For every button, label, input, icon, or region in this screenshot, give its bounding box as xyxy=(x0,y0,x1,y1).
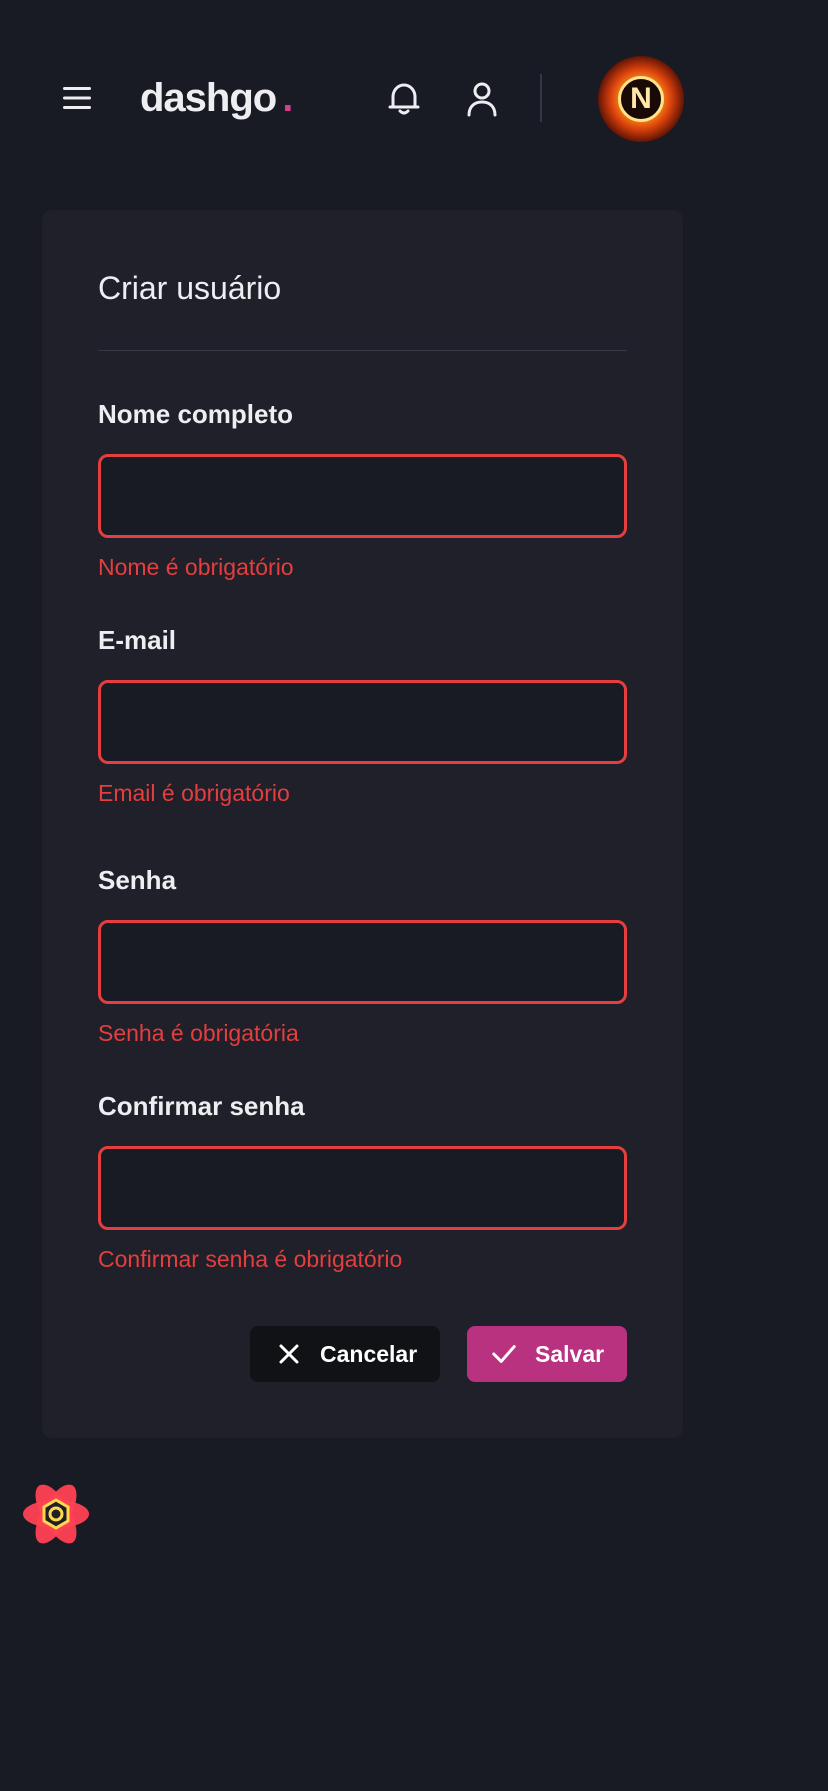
full-name-field: Nome completo Nome é obrigatório xyxy=(98,398,627,582)
full-name-label: Nome completo xyxy=(98,399,294,429)
check-icon xyxy=(491,1341,517,1367)
logo-dot: . xyxy=(282,76,293,120)
app-logo[interactable]: dashgo. xyxy=(140,74,293,122)
notifications-button[interactable] xyxy=(384,78,424,120)
email-field: E-mail Email é obrigatório xyxy=(98,624,627,808)
email-label: E-mail xyxy=(98,625,177,655)
cancel-label: Cancelar xyxy=(320,1340,418,1367)
user-icon xyxy=(467,82,497,117)
bell-icon xyxy=(388,83,420,115)
avatar[interactable]: N xyxy=(598,56,684,142)
email-input[interactable] xyxy=(98,680,627,764)
password-field: Senha Senha é obrigatória xyxy=(98,864,627,1048)
create-user-card: Criar usuário Nome completo Nome é obrig… xyxy=(42,210,683,1438)
react-logo-icon xyxy=(23,1484,89,1544)
profile-button[interactable] xyxy=(462,78,502,120)
close-icon xyxy=(276,1341,302,1367)
password-label: Senha xyxy=(98,865,177,895)
menu-button[interactable] xyxy=(58,78,96,118)
header-divider xyxy=(540,74,542,122)
full-name-input[interactable] xyxy=(98,454,627,538)
password-input[interactable] xyxy=(98,920,627,1004)
devtools-toggle[interactable] xyxy=(20,1478,92,1550)
avatar-letter: N xyxy=(618,76,664,122)
app-header: dashgo. N xyxy=(0,0,725,196)
confirm-password-error: Confirmar senha é obrigatório xyxy=(98,1246,403,1272)
confirm-password-label: Confirmar senha xyxy=(98,1091,305,1121)
logo-text: dashgo xyxy=(140,76,277,120)
email-error: Email é obrigatório xyxy=(98,780,290,806)
save-button[interactable]: Salvar xyxy=(467,1326,627,1382)
confirm-password-field: Confirmar senha Confirmar senha é obriga… xyxy=(98,1090,627,1274)
password-error: Senha é obrigatória xyxy=(98,1020,299,1046)
title-divider xyxy=(98,350,627,351)
page-title: Criar usuário xyxy=(98,270,282,306)
save-label: Salvar xyxy=(535,1340,605,1367)
confirm-password-input[interactable] xyxy=(98,1146,627,1230)
full-name-error: Nome é obrigatório xyxy=(98,554,294,580)
menu-icon xyxy=(63,87,91,109)
cancel-button[interactable]: Cancelar xyxy=(250,1326,440,1382)
